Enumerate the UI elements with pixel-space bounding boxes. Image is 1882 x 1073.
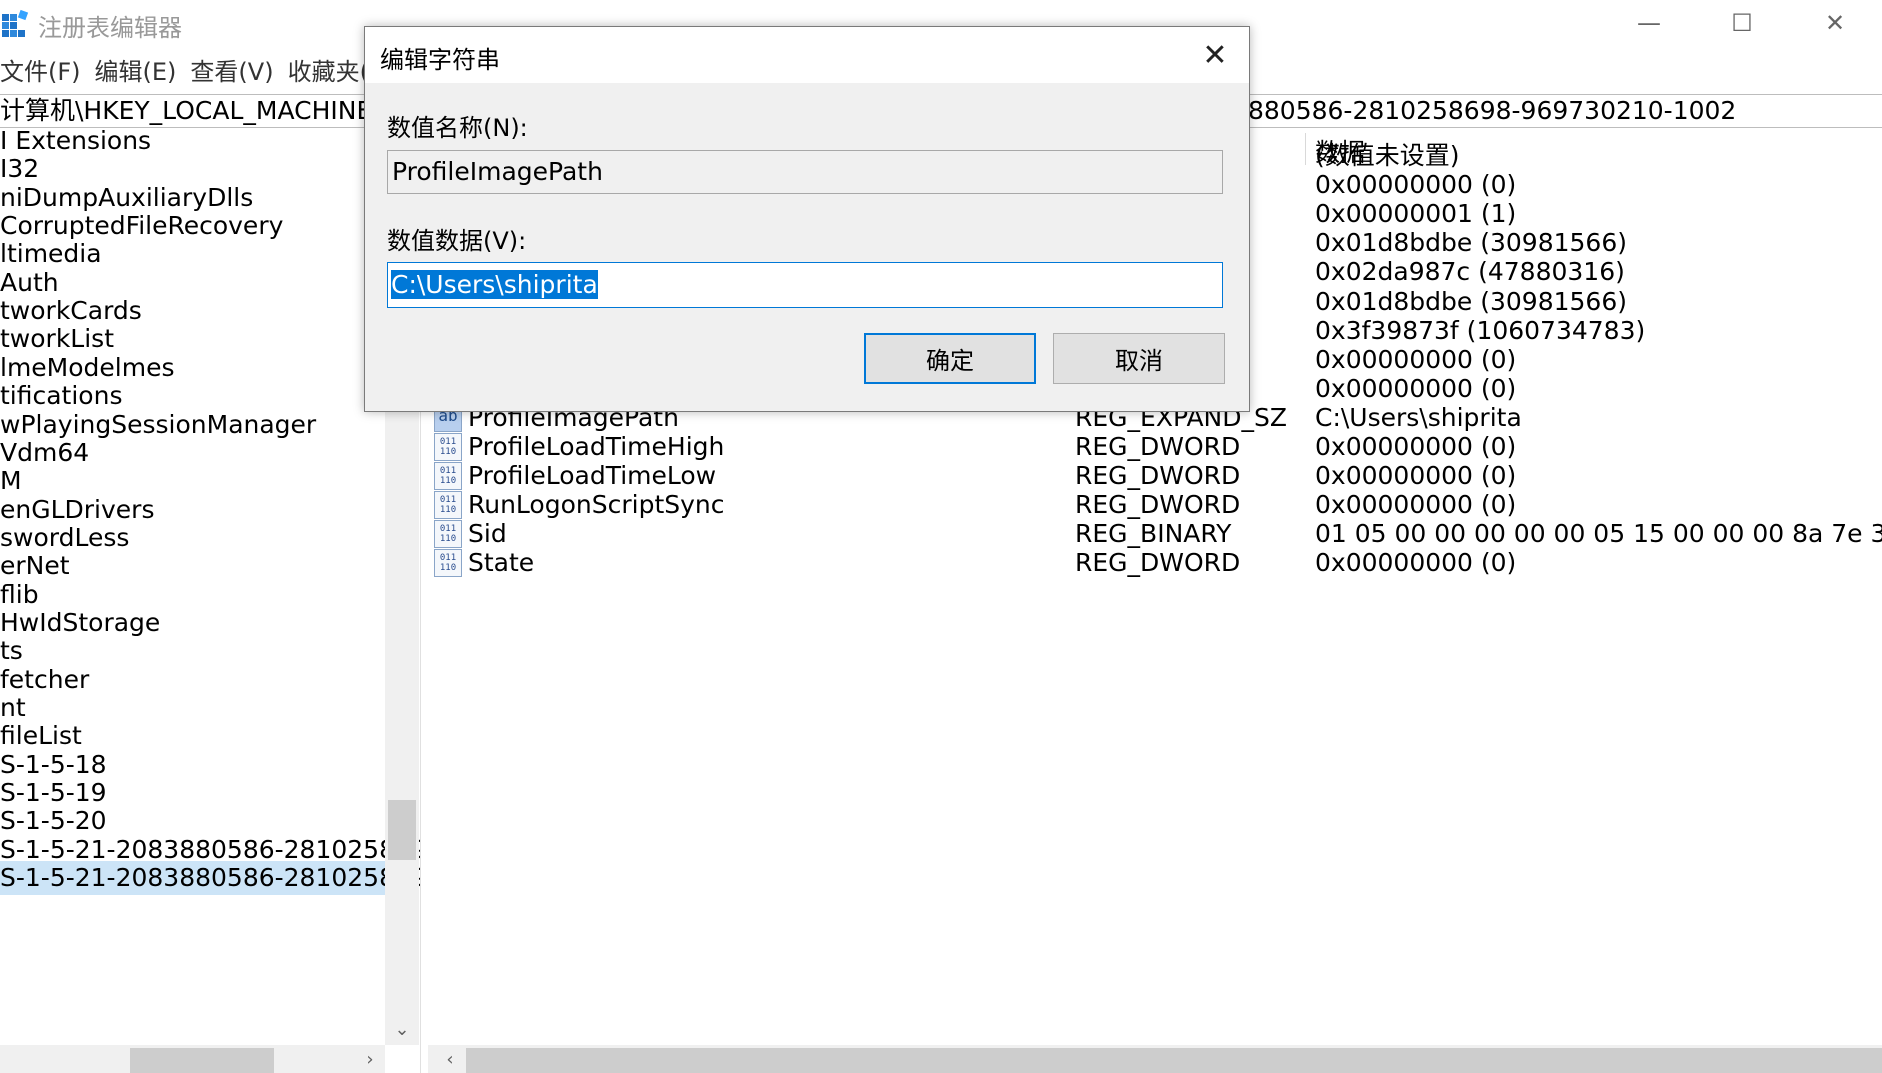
close-icon: ✕ [1202,37,1228,73]
value-data-label: 数值数据(V): [387,227,527,255]
maximize-button[interactable]: ☐ [1697,0,1787,46]
values-horizontal-scroll-thumb[interactable] [466,1048,1882,1073]
tree-scroll-right-button[interactable]: › [356,1045,384,1073]
edit-string-dialog: 编辑字符串 ✕ 数值名称(N): ProfileImagePath 数值数据(V… [364,26,1250,412]
tree-scroll-down-button[interactable]: ⌄ [385,1013,419,1045]
value-name: State [468,548,535,578]
value-name-label: 数值名称(N): [387,114,528,142]
value-data-input[interactable]: C:\Users\shiprita [387,262,1223,308]
binary-icon: 011 110 [434,491,462,520]
menu-file[interactable]: 文件(F) [0,58,81,86]
close-icon: ✕ [1824,9,1846,37]
address-path-end: 880586-2810258698-969730210-1002 [1248,96,1737,125]
value-type: REG_DWORD [1075,548,1241,578]
registry-key-tree: I Extensions I32 niDumpAuxiliaryDlls Corrup… [0,130,420,1073]
binary-icon: 011 110 [434,433,462,461]
address-path-start: 计算机\HKEY_LOCAL_MACHINE\S [0,96,397,125]
chevron-right-icon: › [366,1048,374,1070]
dialog-title: 编辑字符串 [380,46,500,74]
chevron-left-icon: ‹ [446,1048,454,1070]
values-scroll-left-button[interactable]: ‹ [436,1045,464,1073]
value-name-field: ProfileImagePath [387,150,1223,194]
binary-icon: 011 110 [434,462,462,491]
maximize-icon: ☐ [1731,9,1753,37]
value-data-selected-text: C:\Users\shiprita [391,270,598,299]
minimize-icon: — [1637,9,1661,37]
menu-edit[interactable]: 编辑(E) [95,58,177,86]
window-title: 注册表编辑器 [38,14,182,42]
tree-horizontal-scroll-thumb[interactable] [130,1048,274,1073]
binary-icon: 011 110 [434,549,462,578]
menu-bar: 文件(F) 编辑(E) 查看(V) 收藏夹(A [0,52,399,88]
menu-view[interactable]: 查看(V) [190,58,273,86]
cancel-button[interactable]: 取消 [1053,333,1225,384]
tree-vertical-scroll-thumb[interactable] [388,800,416,860]
close-window-button[interactable]: ✕ [1790,0,1880,46]
chevron-down-icon: ⌄ [394,1018,410,1040]
dialog-close-button[interactable]: ✕ [1195,35,1235,75]
tree-item[interactable]: HwIdStorage [0,606,160,640]
value-name-text: ProfileImagePath [392,157,603,186]
ok-button[interactable]: 确定 [864,333,1036,384]
tree-item[interactable]: S-1-5-21-2083880586-28102586​98 [0,861,420,896]
dialog-titlebar: 编辑字符串 ✕ [365,27,1249,83]
binary-icon: 011 110 [434,520,462,549]
minimize-button[interactable]: — [1604,0,1694,46]
regedit-app-icon [2,9,29,37]
value-data: 0x00000000 (0) [1315,548,1517,578]
